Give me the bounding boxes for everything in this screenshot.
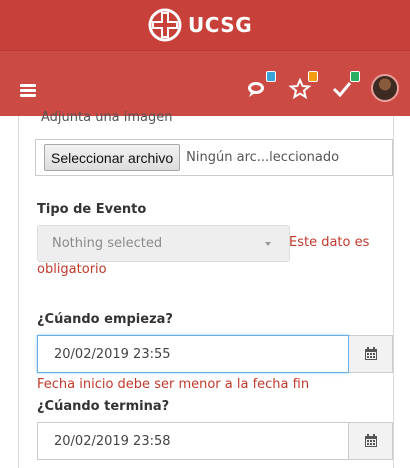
event-type-error: Este dato es [289, 235, 370, 250]
event-type-error-cont: obligatorio [37, 262, 107, 277]
select-file-button[interactable]: Seleccionar archivo [44, 144, 181, 171]
event-type-label: Tipo de Evento [37, 202, 147, 217]
start-date-input[interactable]: 20/02/2019 23:55 [37, 335, 349, 373]
file-upload-field[interactable]: Seleccionar archivo Ningún arc...leccion… [35, 139, 393, 176]
chevron-down-icon [265, 242, 271, 246]
comments-icon[interactable] [246, 71, 276, 103]
event-type-placeholder: Nothing selected [52, 236, 163, 251]
ucsg-logo-icon [148, 8, 182, 42]
nav-bar [0, 50, 410, 116]
notification-badge [266, 71, 276, 82]
start-date-label: ¿Cúando empieza? [37, 312, 173, 327]
end-date-group: 20/02/2019 23:58 [37, 422, 393, 460]
event-form: Adjunta una imagen Seleccionar archivo N… [18, 110, 394, 468]
notification-badge [308, 71, 318, 82]
top-header: UCSG [0, 0, 410, 50]
start-date-group: 20/02/2019 23:55 [37, 335, 393, 373]
end-date-label: ¿Cúando termina? [37, 399, 170, 414]
brand-name: UCSG [188, 13, 253, 37]
notification-badge [350, 71, 360, 82]
end-calendar-button[interactable] [349, 422, 393, 460]
start-calendar-button[interactable] [349, 335, 393, 373]
check-icon[interactable] [330, 71, 360, 103]
brand-logo[interactable]: UCSG [148, 8, 252, 42]
event-type-select[interactable]: Nothing selected [37, 225, 290, 262]
user-avatar[interactable] [371, 74, 399, 102]
image-field-label: Adjunta una imagen [41, 110, 173, 125]
calendar-icon [364, 434, 377, 447]
calendar-icon [364, 347, 377, 360]
end-date-input[interactable]: 20/02/2019 23:58 [37, 422, 349, 460]
star-icon[interactable] [288, 71, 318, 103]
start-date-error: Fecha inicio debe ser menor a la fecha f… [37, 377, 310, 392]
file-status-text: Ningún arc...leccionado [186, 150, 340, 165]
menu-toggle-icon[interactable] [20, 84, 36, 98]
